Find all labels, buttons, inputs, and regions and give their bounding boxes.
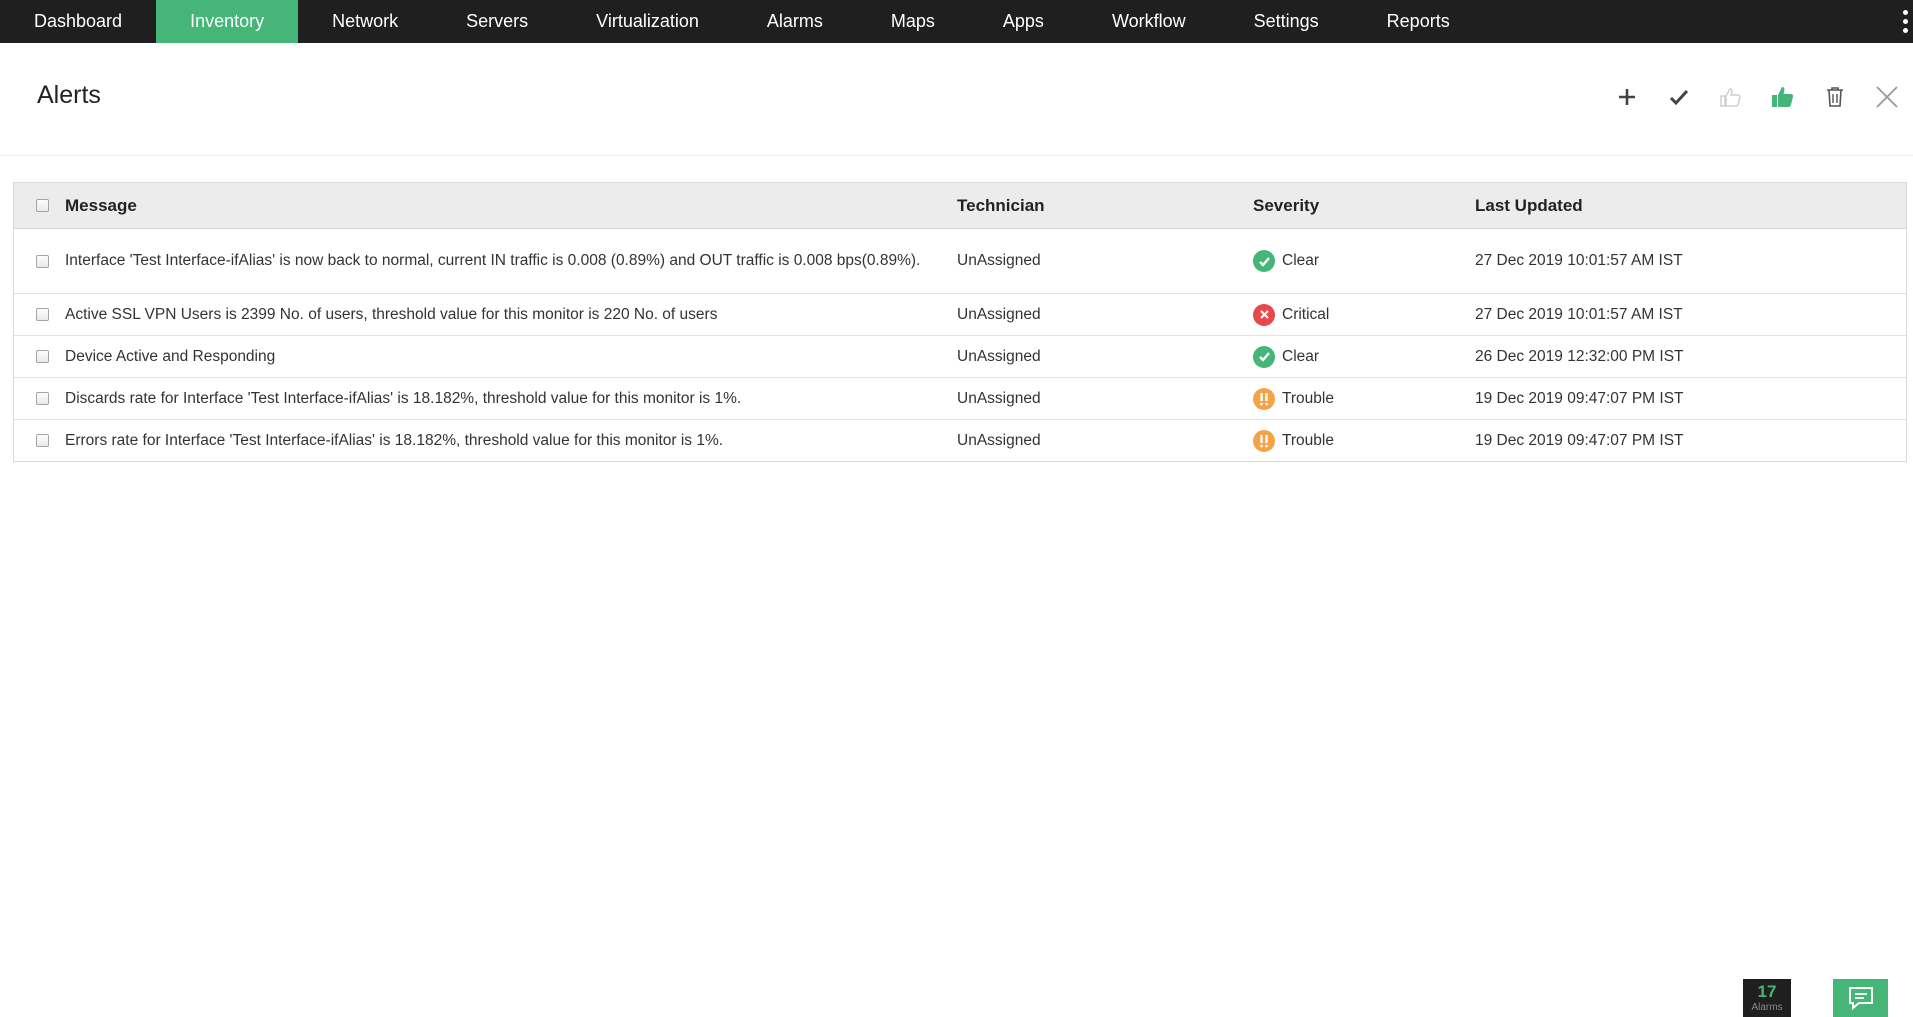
plus-icon[interactable]	[1601, 77, 1653, 117]
alert-technician: UnAssigned	[957, 389, 1041, 407]
alert-message[interactable]: Discards rate for Interface 'Test Interf…	[65, 387, 957, 411]
chat-button[interactable]	[1833, 979, 1888, 1017]
exclamation-circle-icon	[1253, 387, 1275, 410]
alarm-count-widget[interactable]: 17 Alarms	[1743, 979, 1791, 1017]
severity-label: Clear	[1282, 252, 1320, 269]
nav-item-workflow[interactable]: Workflow	[1078, 0, 1220, 43]
check-circle-icon	[1253, 345, 1275, 368]
select-all-checkbox[interactable]	[36, 199, 49, 212]
alarm-label: Alarms	[1751, 1002, 1783, 1013]
table-row[interactable]: Discards rate for Interface 'Test Interf…	[14, 378, 1906, 420]
alert-technician: UnAssigned	[957, 252, 1041, 269]
alert-message[interactable]: Errors rate for Interface 'Test Interfac…	[65, 429, 957, 453]
nav-item-dashboard[interactable]: Dashboard	[0, 0, 156, 43]
alert-technician: UnAssigned	[957, 431, 1041, 449]
row-checkbox[interactable]	[36, 350, 49, 363]
nav-item-alarms[interactable]: Alarms	[733, 0, 857, 43]
nav-item-inventory[interactable]: Inventory	[156, 0, 299, 43]
alert-last-updated: 19 Dec 2019 09:47:07 PM IST	[1475, 431, 1684, 449]
alert-message[interactable]: Interface 'Test Interface-ifAlias' is no…	[65, 249, 957, 273]
alert-severity: Trouble	[1253, 429, 1475, 452]
thumbs-up-outline-icon[interactable]	[1705, 77, 1757, 117]
nav-item-settings[interactable]: Settings	[1220, 0, 1353, 43]
severity-label: Trouble	[1282, 431, 1334, 449]
more-options-icon[interactable]	[1897, 0, 1913, 43]
alert-severity: Clear	[1253, 345, 1475, 368]
exclamation-circle-icon	[1253, 429, 1275, 452]
alert-message[interactable]: Device Active and Responding	[65, 345, 957, 369]
row-checkbox[interactable]	[36, 254, 49, 268]
column-header-technician[interactable]: Technician	[957, 196, 1253, 216]
check-circle-icon	[1253, 250, 1275, 272]
severity-label: Trouble	[1282, 389, 1334, 407]
table-row[interactable]: Device Active and Responding UnAssigned …	[14, 336, 1906, 378]
toolbar	[1601, 77, 1913, 117]
column-header-severity[interactable]: Severity	[1253, 196, 1475, 216]
alerts-table: Message Technician Severity Last Updated…	[13, 182, 1907, 462]
table-row[interactable]: Errors rate for Interface 'Test Interfac…	[14, 420, 1906, 461]
nav-item-reports[interactable]: Reports	[1353, 0, 1484, 43]
nav-item-servers[interactable]: Servers	[432, 0, 562, 43]
severity-label: Clear	[1282, 347, 1320, 365]
alert-last-updated: 26 Dec 2019 12:32:00 PM IST	[1475, 347, 1684, 365]
nav-item-network[interactable]: Network	[298, 0, 432, 43]
column-header-message[interactable]: Message	[65, 194, 957, 218]
alert-last-updated: 27 Dec 2019 10:01:57 AM IST	[1475, 305, 1683, 323]
alert-severity: Trouble	[1253, 387, 1475, 410]
x-circle-icon	[1253, 303, 1275, 326]
alert-technician: UnAssigned	[957, 347, 1041, 365]
alert-last-updated: 19 Dec 2019 09:47:07 PM IST	[1475, 389, 1684, 407]
nav-item-apps[interactable]: Apps	[969, 0, 1078, 43]
table-row[interactable]: Active SSL VPN Users is 2399 No. of user…	[14, 294, 1906, 336]
trash-icon[interactable]	[1809, 77, 1861, 117]
page-header: Alerts	[0, 43, 1913, 156]
table-row[interactable]: Interface 'Test Interface-ifAlias' is no…	[14, 229, 1906, 294]
alert-last-updated: 27 Dec 2019 10:01:57 AM IST	[1475, 252, 1683, 269]
close-icon[interactable]	[1861, 77, 1913, 117]
checkmark-icon[interactable]	[1653, 77, 1705, 117]
severity-label: Critical	[1282, 305, 1330, 323]
nav-item-virtualization[interactable]: Virtualization	[562, 0, 733, 43]
alert-message[interactable]: Active SSL VPN Users is 2399 No. of user…	[65, 303, 957, 327]
alert-severity: Clear	[1253, 250, 1475, 272]
top-nav-bar: Dashboard Inventory Network Servers Virt…	[0, 0, 1913, 43]
chat-icon	[1848, 987, 1873, 1011]
alarm-count: 17	[1757, 982, 1777, 1001]
thumbs-up-filled-icon[interactable]	[1757, 77, 1809, 117]
table-header-row: Message Technician Severity Last Updated	[14, 183, 1906, 229]
row-checkbox[interactable]	[36, 434, 49, 447]
row-checkbox[interactable]	[36, 392, 49, 405]
alert-technician: UnAssigned	[957, 305, 1041, 323]
alert-severity: Critical	[1253, 303, 1475, 326]
column-header-last-updated[interactable]: Last Updated	[1475, 196, 1906, 216]
row-checkbox[interactable]	[36, 308, 49, 321]
page-title: Alerts	[37, 81, 101, 109]
nav-item-maps[interactable]: Maps	[857, 0, 969, 43]
